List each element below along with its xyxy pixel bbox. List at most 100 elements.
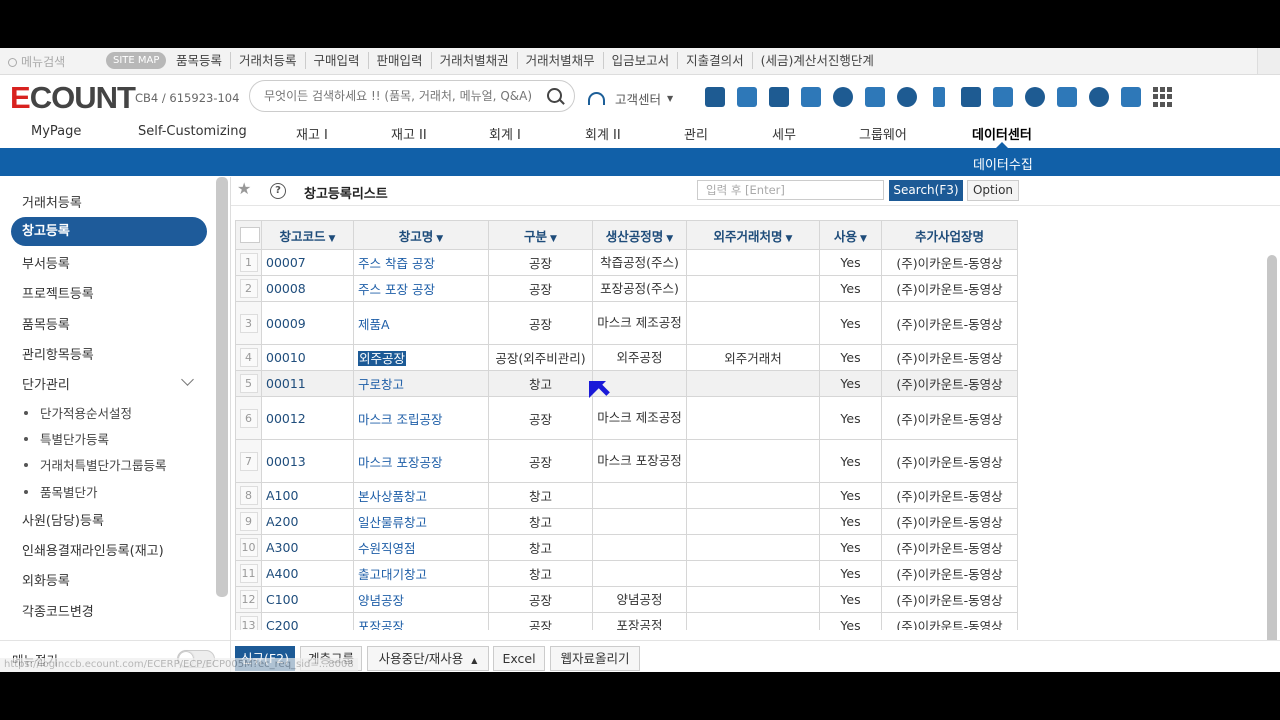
sidebar-item-price[interactable]: 단가관리 (22, 374, 70, 393)
messenger-icon[interactable] (993, 87, 1013, 107)
sidebar-item-department[interactable]: 부서등록 (22, 253, 70, 272)
sitemap-button[interactable]: SITE MAP (106, 52, 167, 69)
customer-center-menu[interactable]: 고객센터 ▼ (588, 89, 673, 108)
chevron-down-icon[interactable] (181, 373, 194, 386)
sidebar-item-project[interactable]: 프로젝트등록 (22, 283, 94, 302)
subnav-data-collection[interactable]: 데이터수집 (973, 154, 1033, 173)
exchange-icon[interactable] (769, 87, 789, 107)
cell-name[interactable]: 외주공장 (353, 344, 489, 371)
cell-code[interactable]: A100 (261, 482, 354, 509)
sort-down-icon[interactable]: ▼ (329, 234, 336, 244)
cell-code[interactable]: A200 (261, 508, 354, 535)
table-row[interactable]: 5 00011 구로창고 창고 Yes (주)이카운트-동영상 (235, 370, 1018, 397)
envelope-icon[interactable] (961, 87, 981, 107)
list-icon[interactable] (801, 87, 821, 107)
checkbox[interactable] (240, 227, 260, 244)
sidebar-item-code-change[interactable]: 각종코드변경 (22, 601, 94, 620)
table-row[interactable]: 1 00007 주스 착즙 공장 공장 착즙공정(주스) Yes (주)이카운트… (235, 249, 1018, 276)
sidebar-item-item[interactable]: 품목등록 (22, 314, 70, 333)
cell-code[interactable]: A400 (261, 560, 354, 587)
new-document-icon[interactable] (737, 87, 757, 107)
sidebar-item-customer[interactable]: 거래처등록 (22, 192, 82, 211)
sidebar-scrollbar[interactable] (216, 177, 228, 597)
column-header[interactable]: 창고코드 ▼ (261, 220, 354, 250)
table-row[interactable]: 9 A200 일산물류창고 창고 Yes (주)이카운트-동영상 (235, 508, 1018, 535)
table-row[interactable]: 8 A100 본사상품창고 창고 Yes (주)이카운트-동영상 (235, 482, 1018, 509)
table-row[interactable]: 4 00010 외주공장 공장(외주비관리) 외주공정 외주거래처 Yes (주… (235, 344, 1018, 371)
nav-management[interactable]: 관리 (684, 124, 708, 143)
sidebar-subitem[interactable]: 거래처특별단가그룹등록 (24, 455, 167, 474)
sort-down-icon[interactable]: ▼ (860, 234, 867, 244)
help-icon[interactable]: ? (270, 183, 286, 199)
search-icon[interactable] (547, 88, 562, 103)
quick-link-item[interactable]: 거래처별채무 (516, 52, 603, 69)
sort-down-icon[interactable]: ▼ (436, 234, 443, 244)
nav-accounting-2[interactable]: 회계 II (585, 124, 621, 143)
history-icon[interactable] (1025, 87, 1045, 107)
quick-link-item[interactable]: (세금)계산서진행단계 (751, 52, 882, 69)
nav-inventory-1[interactable]: 재고 I (296, 124, 328, 143)
table-row[interactable]: 12 C100 양념공장 공장 양념공정 Yes (주)이카운트-동영상 (235, 586, 1018, 613)
cell-code[interactable]: C100 (261, 586, 354, 613)
cell-name[interactable]: 양념공장 (353, 586, 489, 613)
sort-down-icon[interactable]: ▼ (550, 234, 557, 244)
table-row[interactable]: 7 00013 마스크 포장공장 공장 마스크 포장공정 Yes (주)이카운트… (235, 439, 1018, 483)
cell-name[interactable]: 마스크 포장공장 (353, 439, 489, 483)
cell-code[interactable]: 00013 (261, 439, 354, 483)
cell-code[interactable]: C200 (261, 612, 354, 630)
bell-icon[interactable] (833, 87, 853, 107)
table-row[interactable]: 3 00009 제품A 공장 마스크 제조공정 Yes (주)이카운트-동영상 (235, 301, 1018, 345)
column-header[interactable]: 외주거래처명 ▼ (686, 220, 820, 250)
cell-name[interactable]: 주스 착즙 공장 (353, 249, 489, 276)
mobile-icon[interactable] (933, 87, 945, 107)
cell-name[interactable]: 제품A (353, 301, 489, 345)
table-row[interactable]: 2 00008 주스 포장 공장 공장 포장공정(주스) Yes (주)이카운트… (235, 275, 1018, 302)
table-row[interactable]: 10 A300 수원직영점 창고 Yes (주)이카운트-동영상 (235, 534, 1018, 561)
selected-name-highlight[interactable]: 외주공장 (356, 350, 408, 367)
column-header[interactable]: 창고명 ▼ (353, 220, 489, 250)
ecount-logo[interactable]: ECOUNT (10, 81, 136, 115)
user-icon[interactable] (1089, 87, 1109, 107)
sidebar-item-currency[interactable]: 외화등록 (22, 570, 70, 589)
cell-code[interactable]: 00009 (261, 301, 354, 345)
quick-link-item[interactable]: 판매입력 (367, 52, 431, 69)
sidebar-subitem[interactable]: 품목별단가 (24, 482, 98, 501)
nav-mypage[interactable]: MyPage (31, 124, 81, 139)
sidebar-item-employee[interactable]: 사원(담당)등록 (22, 510, 104, 529)
nav-accounting-1[interactable]: 회계 I (489, 124, 521, 143)
nav-inventory-2[interactable]: 재고 II (391, 124, 427, 143)
cell-name[interactable]: 수원직영점 (353, 534, 489, 561)
content-scrollbar[interactable] (1267, 255, 1277, 665)
cell-name[interactable]: 포장공장 (353, 612, 489, 630)
table-row[interactable]: 13 C200 포장공장 공장 포장공정 Yes (주)이카운트-동영상 (235, 612, 1018, 630)
select-all-checkbox[interactable] (235, 220, 262, 250)
bookmark-icon[interactable] (1057, 87, 1077, 107)
quick-link-item[interactable]: 지출결의서 (677, 52, 752, 69)
quick-link-item[interactable]: 거래처등록 (230, 52, 305, 69)
filter-input[interactable]: 입력 후 [Enter] (697, 180, 884, 200)
star-icon[interactable]: ★ (237, 179, 251, 198)
web-upload-button[interactable]: 웹자료올리기 (550, 646, 640, 671)
quick-link-item[interactable]: 입금보고서 (602, 52, 678, 69)
cell-code[interactable]: 00012 (261, 396, 354, 440)
apps-grid-icon[interactable] (1153, 87, 1173, 107)
cell-code[interactable]: 00011 (261, 370, 354, 397)
caret-up-icon[interactable]: ▲ (471, 656, 477, 665)
cell-code[interactable]: 00010 (261, 344, 354, 371)
menu-search-input[interactable]: 메뉴검색 (8, 53, 65, 70)
cell-code[interactable]: 00007 (261, 249, 354, 276)
mail-send-icon[interactable] (865, 87, 885, 107)
search-button[interactable]: Search(F3) (889, 180, 963, 201)
table-row[interactable]: 11 A400 출고대기창고 창고 Yes (주)이카운트-동영상 (235, 560, 1018, 587)
sidebar-item-management-item[interactable]: 관리항목등록 (22, 344, 94, 363)
chat-icon[interactable] (897, 87, 917, 107)
cell-name[interactable]: 구로창고 (353, 370, 489, 397)
cell-name[interactable]: 마스크 조립공장 (353, 396, 489, 440)
cell-name[interactable]: 주스 포장 공장 (353, 275, 489, 302)
sidebar-item-warehouse[interactable]: 창고등록 (11, 217, 207, 246)
global-search-box[interactable] (249, 80, 575, 112)
cell-code[interactable]: 00008 (261, 275, 354, 302)
quickbar-scroll[interactable] (1257, 48, 1280, 74)
sort-down-icon[interactable]: ▼ (666, 234, 673, 244)
sort-down-icon[interactable]: ▼ (786, 234, 793, 244)
